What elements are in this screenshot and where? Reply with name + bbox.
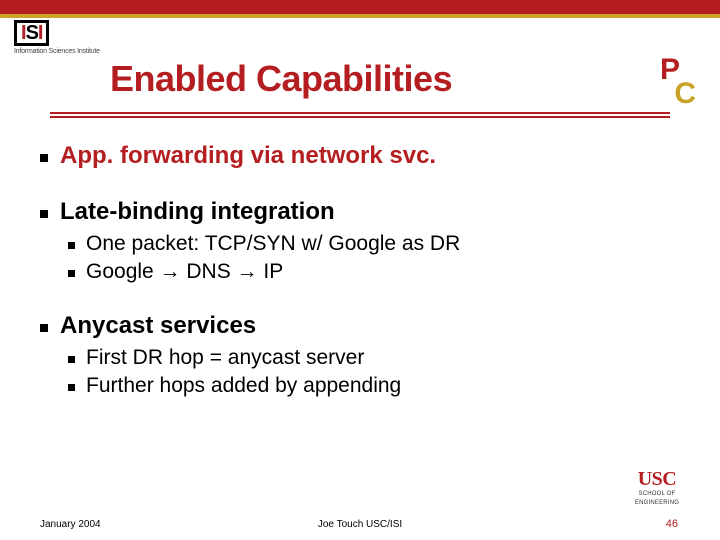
bullet-text: Further hops added by appending [86,374,401,397]
pc-logo: P C [656,58,700,106]
bullet-text: Anycast services [60,312,256,339]
isi-mark: ISI [14,20,49,46]
footer-author: Joe Touch USC/ISI [0,519,720,530]
title-rule [50,112,670,114]
bullet-text: Late-binding integration [60,198,335,225]
slide: ISI Information Sciences Institute P C E… [0,0,720,540]
bullet-level2: Further hops added by appending [62,374,680,398]
isi-letter: I [38,22,43,44]
top-gold-bar [0,14,720,18]
bullet-level1: Late-binding integration [34,198,680,226]
bullet-level1: App. forwarding via network svc. [34,142,680,170]
bullet-text: Google → DNS → IP [86,260,283,283]
usc-mark: USC [624,469,690,489]
bullet-level2: Google → DNS → IP [62,260,680,284]
footer-page-number: 46 [666,518,678,530]
bullet-level1: Anycast services [34,312,680,340]
top-accent-bar [0,0,720,14]
slide-title: Enabled Capabilities [110,58,452,100]
bullet-level2: First DR hop = anycast server [62,346,680,370]
usc-logo: USC SCHOOL OF ENGINEERING [624,469,690,506]
usc-sub: ENGINEERING [624,500,690,506]
isi-letter: S [26,22,38,44]
isi-logo: ISI Information Sciences Institute [14,20,104,55]
bullet-text: First DR hop = anycast server [86,346,364,369]
slide-body: App. forwarding via network svc. Late-bi… [34,128,680,402]
isi-subtext: Information Sciences Institute [14,48,104,55]
bullet-text: One packet: TCP/SYN w/ Google as DR [86,232,460,255]
bullet-text: App. forwarding via network svc. [60,142,436,169]
usc-sub: SCHOOL OF [624,491,690,497]
bullet-level2: One packet: TCP/SYN w/ Google as DR [62,232,680,256]
